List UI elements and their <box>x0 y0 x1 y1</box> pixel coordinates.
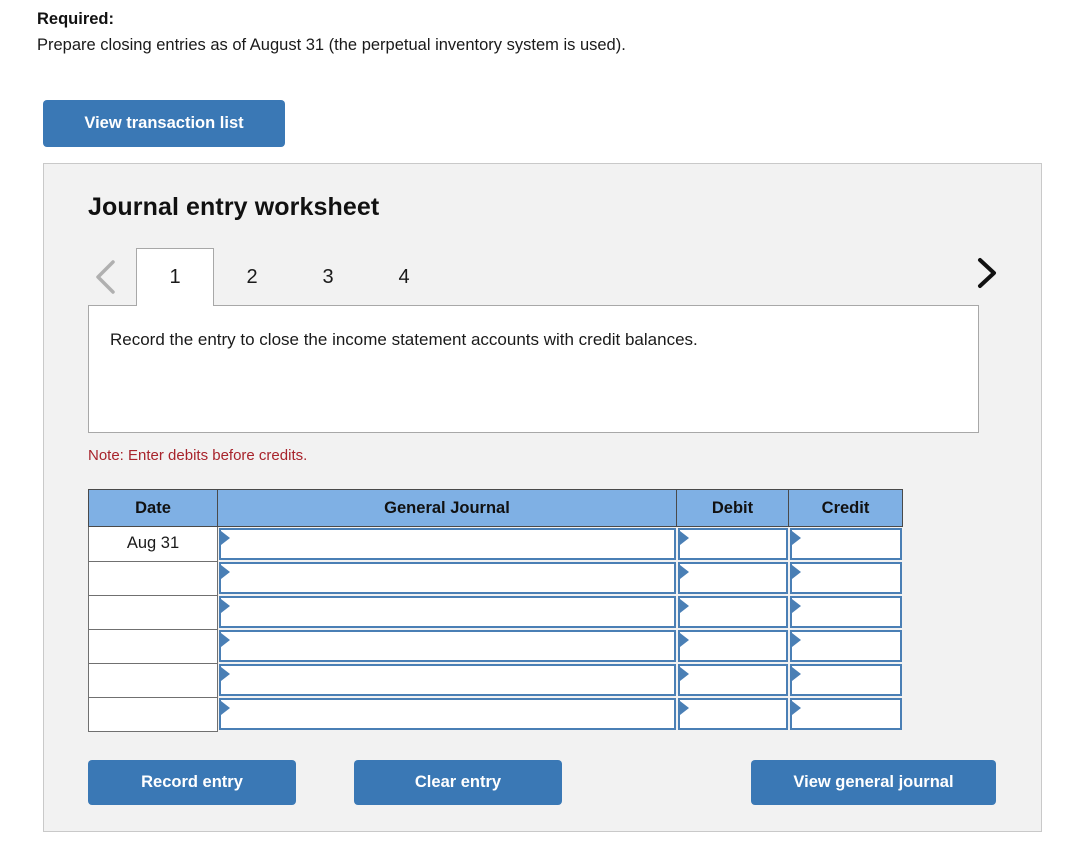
column-header-general-journal: General Journal <box>217 489 677 527</box>
active-tab-joint <box>137 304 213 307</box>
general-journal-input-2[interactable] <box>219 562 676 594</box>
general-journal-cell-4[interactable] <box>218 629 677 663</box>
general-journal-cell-6[interactable] <box>218 697 677 731</box>
required-label: Required: <box>37 10 115 28</box>
credit-cell-4[interactable] <box>789 629 903 663</box>
clear-entry-button[interactable]: Clear entry <box>354 760 562 805</box>
date-cell-1[interactable]: Aug 31 <box>88 526 218 562</box>
view-transaction-list-button[interactable]: View transaction list <box>43 100 285 147</box>
table-row <box>88 696 903 732</box>
credit-cell-3[interactable] <box>789 595 903 629</box>
column-header-debit: Debit <box>676 489 789 527</box>
debit-cell-3[interactable] <box>677 595 789 629</box>
general-journal-cell-2[interactable] <box>218 561 677 595</box>
debit-input-2[interactable] <box>677 562 788 594</box>
date-cell-4[interactable] <box>88 628 218 664</box>
general-journal-input-4[interactable] <box>219 630 676 662</box>
debits-before-credits-note: Note: Enter debits before credits. <box>88 447 308 464</box>
table-header-row: Date General Journal Debit Credit <box>88 489 903 527</box>
chevron-right-icon[interactable] <box>969 248 1003 298</box>
tab-1[interactable]: 1 <box>136 248 214 306</box>
credit-input-1[interactable] <box>789 528 902 560</box>
general-journal-input-5[interactable] <box>219 664 676 696</box>
tab-4[interactable]: 4 <box>368 248 440 306</box>
worksheet-title: Journal entry worksheet <box>88 193 380 221</box>
table-row <box>88 628 903 664</box>
journal-entry-table: Date General Journal Debit Credit Aug 31 <box>88 489 903 732</box>
debit-input-4[interactable] <box>677 630 788 662</box>
debit-input-5[interactable] <box>677 664 788 696</box>
date-cell-6[interactable] <box>88 696 218 732</box>
credit-input-2[interactable] <box>789 562 902 594</box>
journal-entry-worksheet-panel: Journal entry worksheet 1 2 3 4 Record t… <box>43 163 1042 832</box>
table-row <box>88 560 903 596</box>
debit-cell-2[interactable] <box>677 561 789 595</box>
tab-4-label: 4 <box>398 265 410 288</box>
instruction-panel: Record the entry to close the income sta… <box>88 305 979 433</box>
general-journal-input-6[interactable] <box>219 698 676 730</box>
date-cell-2[interactable] <box>88 560 218 596</box>
general-journal-cell-1[interactable] <box>218 527 677 562</box>
general-journal-cell-5[interactable] <box>218 663 677 697</box>
tab-3-label: 3 <box>322 265 334 288</box>
tab-1-label: 1 <box>169 266 181 288</box>
debit-cell-4[interactable] <box>677 629 789 663</box>
debit-input-1[interactable] <box>677 528 788 560</box>
debit-cell-1[interactable] <box>677 527 789 562</box>
tab-3[interactable]: 3 <box>292 248 364 306</box>
column-header-credit: Credit <box>788 489 903 527</box>
general-journal-input-3[interactable] <box>219 596 676 628</box>
credit-cell-2[interactable] <box>789 561 903 595</box>
debit-input-6[interactable] <box>677 698 788 730</box>
column-header-date: Date <box>88 489 218 527</box>
credit-cell-1[interactable] <box>789 527 903 562</box>
debit-cell-6[interactable] <box>677 697 789 731</box>
table-row <box>88 594 903 630</box>
table-row: Aug 31 <box>88 526 903 562</box>
general-journal-cell-3[interactable] <box>218 595 677 629</box>
date-cell-5[interactable] <box>88 662 218 698</box>
debit-cell-5[interactable] <box>677 663 789 697</box>
table-row <box>88 662 903 698</box>
debit-input-3[interactable] <box>677 596 788 628</box>
chevron-left-icon[interactable] <box>91 256 121 298</box>
required-block: Required: Prepare closing entries as of … <box>37 8 1027 56</box>
credit-cell-5[interactable] <box>789 663 903 697</box>
date-cell-3[interactable] <box>88 594 218 630</box>
credit-input-6[interactable] <box>789 698 902 730</box>
credit-input-3[interactable] <box>789 596 902 628</box>
credit-input-5[interactable] <box>789 664 902 696</box>
general-journal-input-1[interactable] <box>219 528 676 560</box>
required-description: Prepare closing entries as of August 31 … <box>37 36 626 54</box>
tab-2[interactable]: 2 <box>216 248 288 306</box>
view-general-journal-button[interactable]: View general journal <box>751 760 996 805</box>
credit-input-4[interactable] <box>789 630 902 662</box>
tab-2-label: 2 <box>246 265 258 288</box>
record-entry-button[interactable]: Record entry <box>88 760 296 805</box>
instruction-text: Record the entry to close the income sta… <box>110 330 698 349</box>
worksheet-tabs: 1 2 3 4 <box>44 248 1043 310</box>
credit-cell-6[interactable] <box>789 697 903 731</box>
